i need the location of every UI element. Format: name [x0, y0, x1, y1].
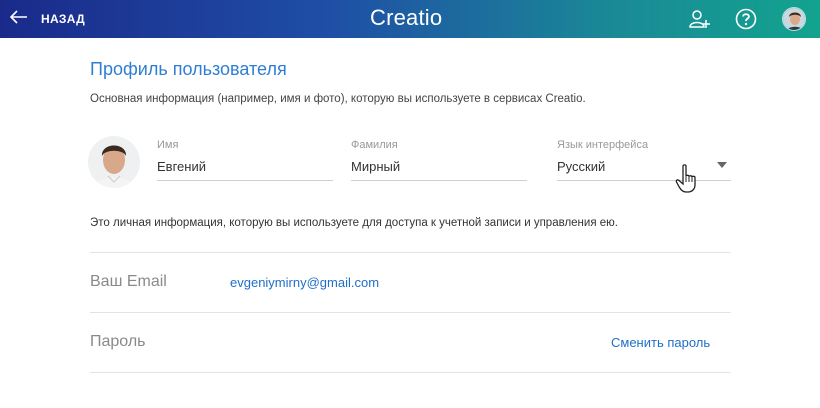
user-avatar[interactable]: [782, 7, 806, 31]
account-info-text: Это личная информация, которую вы исполь…: [90, 217, 618, 229]
page-title: Профиль пользователя: [90, 59, 287, 79]
change-password-link[interactable]: Сменить пароль: [611, 335, 710, 350]
arrow-left-icon: [9, 9, 28, 29]
language-select[interactable]: Русский: [557, 159, 731, 181]
add-user-icon[interactable]: [689, 8, 711, 30]
email-label: Ваш Email: [90, 273, 167, 290]
creatio-logo: Creatio: [370, 5, 443, 30]
hand-pointer-icon: [675, 164, 699, 194]
divider: [90, 372, 731, 373]
language-field[interactable]: Язык интерфейса Русский: [557, 139, 731, 181]
first-name-field[interactable]: Имя Евгений: [157, 139, 333, 181]
back-label: НАЗАД: [41, 12, 86, 26]
top-bar: НАЗАД Creatio: [0, 0, 820, 38]
password-label: Пароль: [90, 333, 146, 350]
language-label: Язык интерфейса: [557, 139, 649, 151]
divider: [90, 312, 731, 313]
back-button[interactable]: НАЗАД: [9, 0, 86, 38]
divider: [90, 252, 731, 253]
page-subtitle: Основная информация (например, имя и фот…: [90, 93, 586, 105]
last-name-input[interactable]: Мирный: [351, 159, 527, 181]
profile-photo[interactable]: [88, 136, 140, 188]
first-name-input[interactable]: Евгений: [157, 159, 333, 181]
first-name-label: Имя: [157, 139, 179, 151]
help-icon[interactable]: [735, 8, 757, 30]
email-link[interactable]: evgeniymirny@gmail.com: [230, 275, 379, 290]
last-name-label: Фамилия: [351, 139, 398, 151]
last-name-field[interactable]: Фамилия Мирный: [351, 139, 527, 181]
chevron-down-icon[interactable]: [717, 162, 727, 168]
